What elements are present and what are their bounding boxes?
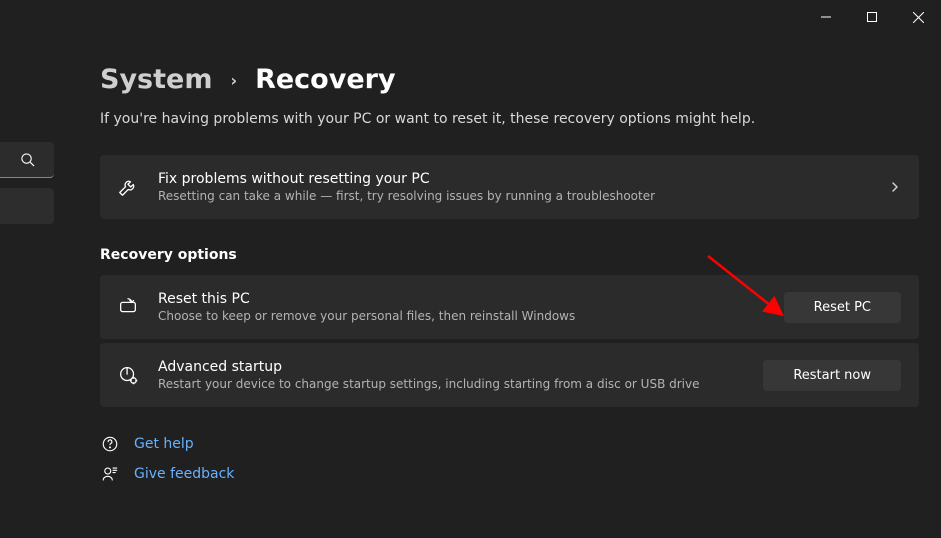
sidebar bbox=[0, 34, 56, 538]
minimize-button[interactable] bbox=[803, 0, 849, 34]
restart-now-button[interactable]: Restart now bbox=[763, 360, 901, 391]
wrench-icon bbox=[116, 176, 140, 198]
main-content: System › Recovery If you're having probl… bbox=[56, 34, 941, 538]
chevron-right-icon: › bbox=[230, 71, 237, 90]
reset-pc-subtitle: Choose to keep or remove your personal f… bbox=[158, 309, 766, 323]
window-titlebar bbox=[0, 0, 941, 34]
maximize-button[interactable] bbox=[849, 0, 895, 34]
search-input[interactable] bbox=[0, 142, 54, 178]
advanced-startup-subtitle: Restart your device to change startup se… bbox=[158, 377, 745, 391]
troubleshoot-card[interactable]: Fix problems without resetting your PC R… bbox=[100, 155, 919, 219]
reset-pc-button[interactable]: Reset PC bbox=[784, 292, 901, 323]
sidebar-item-system[interactable] bbox=[0, 188, 54, 224]
close-button[interactable] bbox=[895, 0, 941, 34]
chevron-right-icon bbox=[889, 178, 901, 197]
search-icon bbox=[20, 152, 35, 167]
reset-pc-icon bbox=[116, 296, 140, 318]
recovery-options-heading: Recovery options bbox=[100, 247, 919, 263]
give-feedback-label: Give feedback bbox=[134, 466, 234, 482]
advanced-startup-card: Advanced startup Restart your device to … bbox=[100, 343, 919, 407]
feedback-icon bbox=[100, 465, 120, 483]
troubleshoot-title: Fix problems without resetting your PC bbox=[158, 171, 871, 187]
troubleshoot-subtitle: Resetting can take a while — first, try … bbox=[158, 189, 871, 203]
get-help-label: Get help bbox=[134, 436, 194, 452]
get-help-link[interactable]: Get help bbox=[100, 435, 919, 453]
breadcrumb: System › Recovery bbox=[100, 34, 919, 111]
reset-pc-card: Reset this PC Choose to keep or remove y… bbox=[100, 275, 919, 339]
page-title: Recovery bbox=[255, 64, 395, 95]
intro-text: If you're having problems with your PC o… bbox=[100, 111, 919, 127]
give-feedback-link[interactable]: Give feedback bbox=[100, 465, 919, 483]
power-settings-icon bbox=[116, 364, 140, 386]
breadcrumb-parent[interactable]: System bbox=[100, 64, 212, 95]
help-icon bbox=[100, 435, 120, 453]
reset-pc-title: Reset this PC bbox=[158, 291, 766, 307]
advanced-startup-title: Advanced startup bbox=[158, 359, 745, 375]
